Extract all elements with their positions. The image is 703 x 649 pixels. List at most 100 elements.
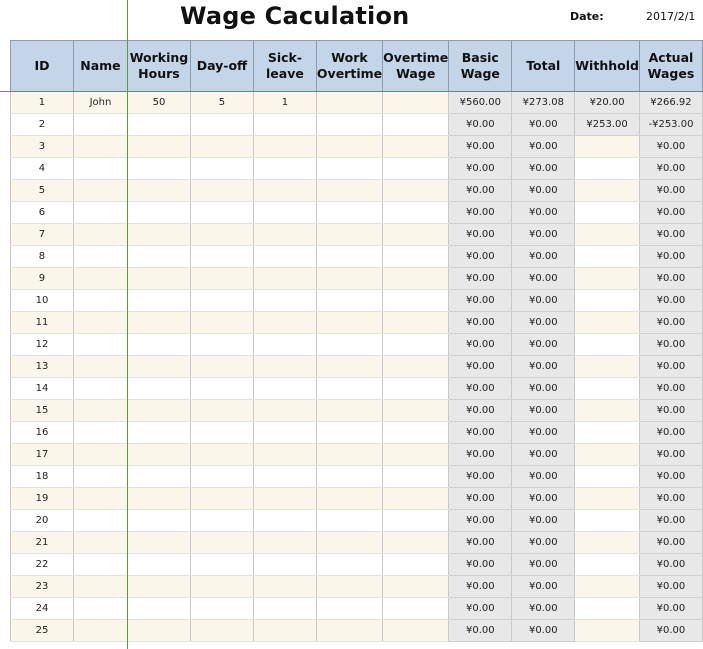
cell-work-overtime[interactable] (315, 267, 384, 290)
cell-withhold[interactable] (574, 179, 640, 202)
cell-name[interactable] (72, 487, 128, 510)
cell-work-overtime[interactable] (315, 91, 384, 114)
cell-actual-wages[interactable]: ¥0.00 (638, 355, 703, 378)
cell-working-hours[interactable] (126, 553, 191, 576)
cell-id[interactable]: 17 (10, 443, 74, 466)
cell-withhold[interactable] (574, 333, 640, 356)
cell-day-off[interactable] (189, 465, 254, 488)
cell-working-hours[interactable] (126, 443, 191, 466)
cell-day-off[interactable] (189, 531, 254, 554)
cell-withhold[interactable] (574, 355, 640, 378)
cell-basic-wage[interactable]: ¥0.00 (448, 487, 513, 510)
cell-withhold[interactable] (574, 531, 640, 554)
cell-work-overtime[interactable] (315, 487, 384, 510)
cell-overtime-wage[interactable] (382, 135, 450, 158)
cell-actual-wages[interactable]: ¥0.00 (638, 509, 703, 532)
cell-id[interactable]: 4 (10, 157, 74, 180)
cell-name[interactable] (72, 597, 128, 620)
cell-withhold[interactable] (574, 201, 640, 224)
cell-day-off[interactable] (189, 201, 254, 224)
cell-basic-wage[interactable]: ¥0.00 (448, 377, 513, 400)
cell-overtime-wage[interactable] (382, 201, 450, 224)
cell-working-hours[interactable] (126, 377, 191, 400)
cell-basic-wage[interactable]: ¥0.00 (448, 575, 513, 598)
cell-total[interactable]: ¥0.00 (511, 575, 576, 598)
cell-day-off[interactable] (189, 377, 254, 400)
cell-work-overtime[interactable] (315, 311, 384, 334)
cell-work-overtime[interactable] (315, 531, 384, 554)
cell-name[interactable] (72, 377, 128, 400)
cell-working-hours[interactable] (126, 289, 191, 312)
cell-name[interactable] (72, 245, 128, 268)
cell-working-hours[interactable] (126, 421, 191, 444)
cell-working-hours[interactable] (126, 245, 191, 268)
cell-id[interactable]: 8 (10, 245, 74, 268)
cell-basic-wage[interactable]: ¥0.00 (448, 355, 513, 378)
cell-total[interactable]: ¥0.00 (511, 201, 576, 224)
cell-day-off[interactable] (189, 157, 254, 180)
cell-withhold[interactable] (574, 509, 640, 532)
cell-overtime-wage[interactable] (382, 333, 450, 356)
cell-name[interactable] (72, 223, 128, 246)
cell-sick-leave[interactable] (252, 245, 317, 268)
cell-name[interactable] (72, 311, 128, 334)
cell-withhold[interactable] (574, 619, 640, 642)
column-header-sick-leave[interactable]: Sick-leave (252, 40, 317, 92)
cell-total[interactable]: ¥0.00 (511, 465, 576, 488)
cell-withhold[interactable] (574, 443, 640, 466)
cell-actual-wages[interactable]: ¥0.00 (638, 531, 703, 554)
cell-overtime-wage[interactable] (382, 421, 450, 444)
cell-actual-wages[interactable]: ¥0.00 (638, 289, 703, 312)
cell-withhold[interactable] (574, 597, 640, 620)
cell-day-off[interactable] (189, 267, 254, 290)
cell-id[interactable]: 23 (10, 575, 74, 598)
cell-total[interactable]: ¥0.00 (511, 245, 576, 268)
cell-working-hours[interactable]: 50 (126, 91, 191, 114)
cell-withhold[interactable] (574, 311, 640, 334)
cell-day-off[interactable] (189, 333, 254, 356)
cell-sick-leave[interactable] (252, 289, 317, 312)
cell-sick-leave[interactable] (252, 377, 317, 400)
cell-work-overtime[interactable] (315, 223, 384, 246)
cell-overtime-wage[interactable] (382, 311, 450, 334)
cell-id[interactable]: 13 (10, 355, 74, 378)
cell-working-hours[interactable] (126, 619, 191, 642)
cell-total[interactable]: ¥0.00 (511, 421, 576, 444)
cell-work-overtime[interactable] (315, 179, 384, 202)
cell-name[interactable] (72, 553, 128, 576)
cell-id[interactable]: 7 (10, 223, 74, 246)
cell-day-off[interactable] (189, 421, 254, 444)
cell-work-overtime[interactable] (315, 333, 384, 356)
cell-actual-wages[interactable]: ¥0.00 (638, 157, 703, 180)
cell-total[interactable]: ¥0.00 (511, 289, 576, 312)
cell-withhold[interactable] (574, 575, 640, 598)
cell-withhold[interactable] (574, 377, 640, 400)
cell-total[interactable]: ¥0.00 (511, 157, 576, 180)
cell-sick-leave[interactable] (252, 443, 317, 466)
cell-name[interactable] (72, 135, 128, 158)
cell-withhold[interactable] (574, 399, 640, 422)
cell-working-hours[interactable] (126, 465, 191, 488)
cell-overtime-wage[interactable] (382, 289, 450, 312)
cell-withhold[interactable] (574, 223, 640, 246)
cell-working-hours[interactable] (126, 267, 191, 290)
cell-sick-leave[interactable] (252, 465, 317, 488)
column-header-actual-wages[interactable]: Actual Wages (638, 40, 703, 92)
cell-overtime-wage[interactable] (382, 377, 450, 400)
column-header-working-hours[interactable]: Working Hours (126, 40, 191, 92)
cell-id[interactable]: 25 (10, 619, 74, 642)
cell-day-off[interactable] (189, 597, 254, 620)
cell-basic-wage[interactable]: ¥0.00 (448, 179, 513, 202)
cell-working-hours[interactable] (126, 399, 191, 422)
cell-work-overtime[interactable] (315, 597, 384, 620)
cell-overtime-wage[interactable] (382, 179, 450, 202)
cell-total[interactable]: ¥0.00 (511, 135, 576, 158)
column-header-overtime-wage[interactable]: Overtime Wage (382, 40, 450, 92)
cell-overtime-wage[interactable] (382, 509, 450, 532)
cell-total[interactable]: ¥0.00 (511, 619, 576, 642)
cell-working-hours[interactable] (126, 135, 191, 158)
cell-name[interactable] (72, 355, 128, 378)
cell-actual-wages[interactable]: -¥253.00 (638, 113, 703, 136)
cell-name[interactable] (72, 509, 128, 532)
cell-sick-leave[interactable] (252, 531, 317, 554)
